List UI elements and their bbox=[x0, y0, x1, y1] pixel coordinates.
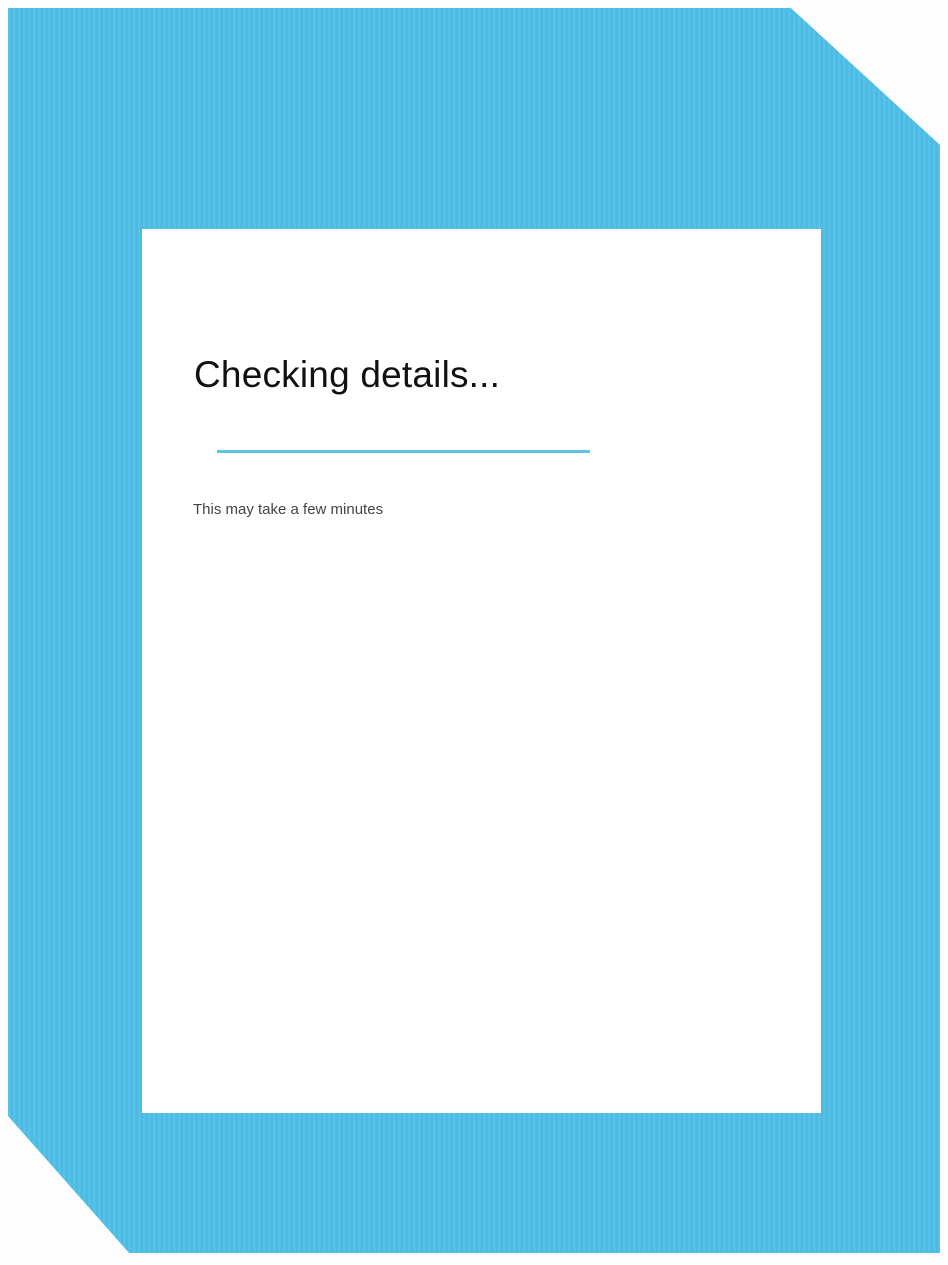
content-card: Checking details... This may take a few … bbox=[142, 229, 821, 1113]
progress-bar bbox=[217, 450, 590, 453]
page-title: Checking details... bbox=[194, 354, 501, 395]
status-message: This may take a few minutes bbox=[193, 501, 384, 518]
photo-sheet: Checking details... This may take a few … bbox=[0, 0, 948, 1265]
